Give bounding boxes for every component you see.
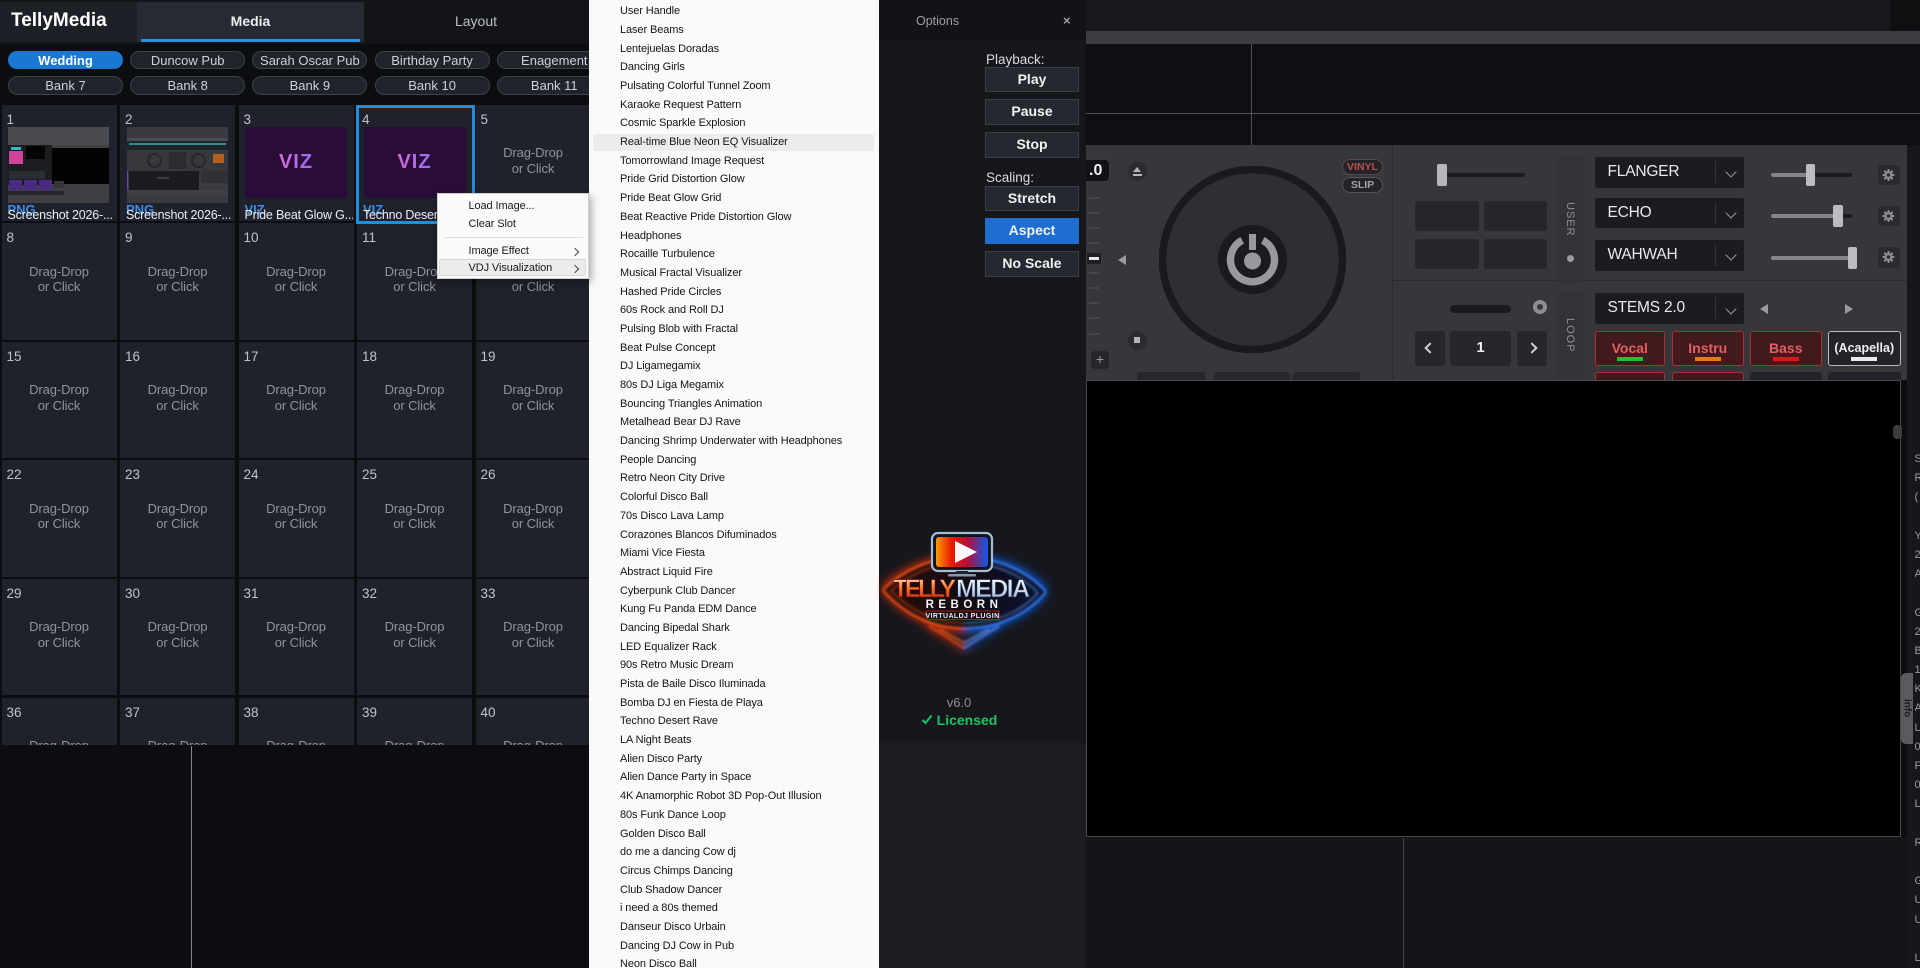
svg-text:VIRTUALDJ PLUGIN: VIRTUALDJ PLUGIN bbox=[925, 613, 999, 620]
svg-text:REBORN: REBORN bbox=[926, 599, 1003, 611]
